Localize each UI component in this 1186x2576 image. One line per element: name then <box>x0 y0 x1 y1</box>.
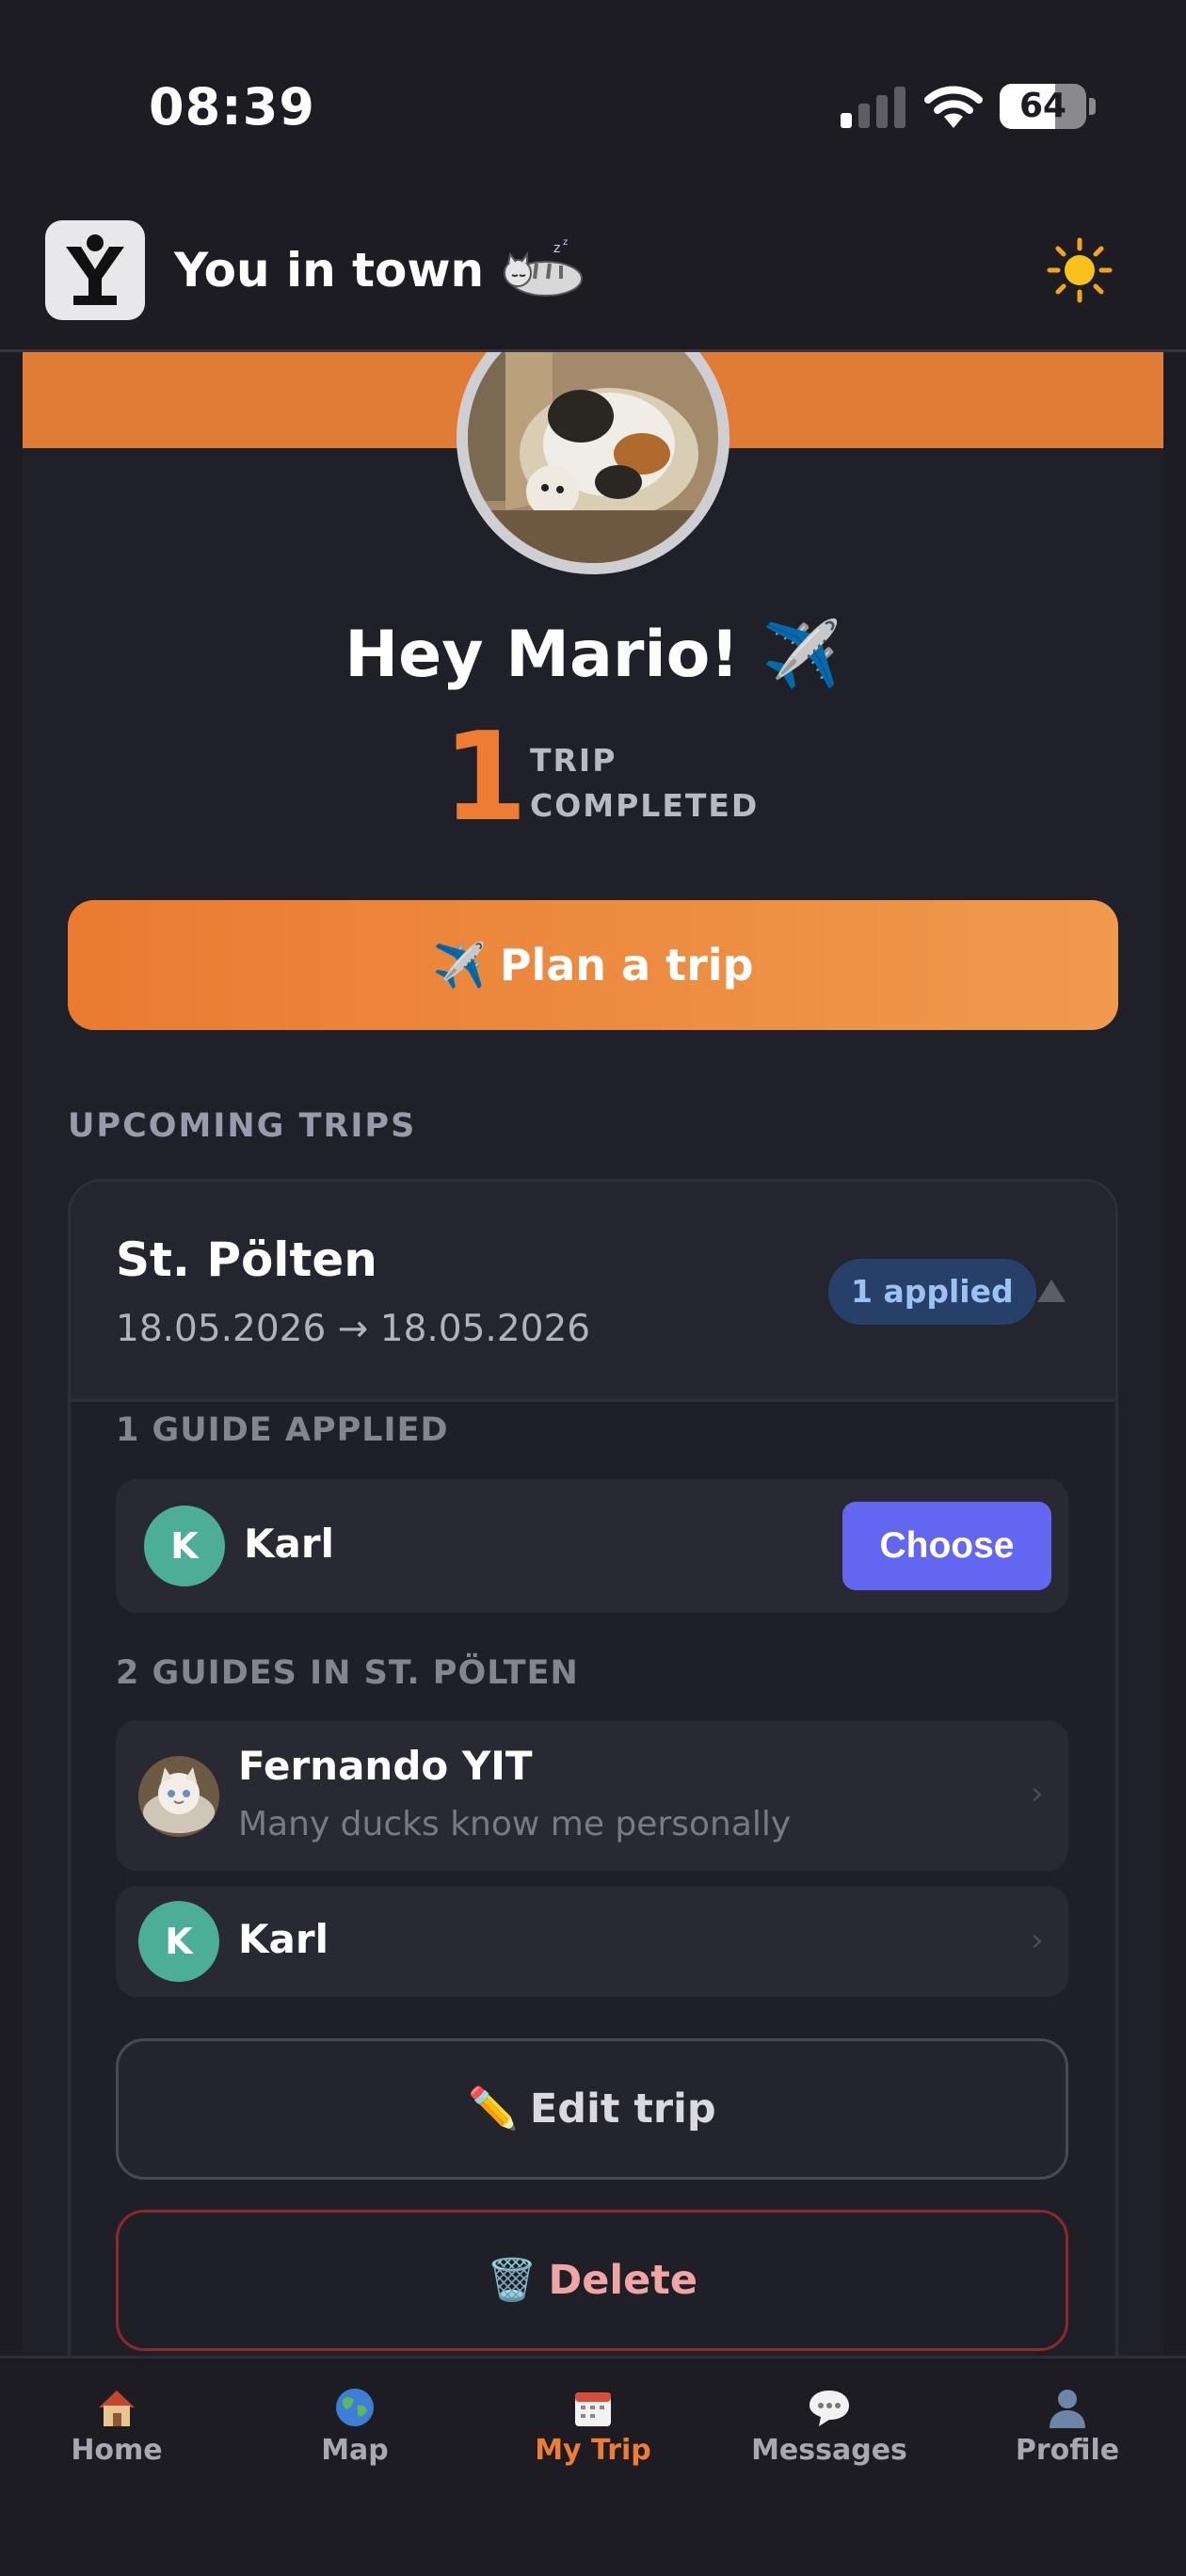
applied-guide-row: K Karl Choose <box>116 1479 1068 1613</box>
edit-trip-button[interactable]: ✏️ Edit trip <box>116 2038 1068 2180</box>
status-time: 08:39 <box>149 77 315 137</box>
upcoming-trips-title: UPCOMING TRIPS <box>68 1107 417 1145</box>
trips-completed-label: TRIP COMPLETED <box>530 742 760 824</box>
city-guide-row[interactable]: Fernando YIT Many ducks know me personal… <box>116 1720 1068 1871</box>
battery-tip <box>1089 98 1096 115</box>
calendar-icon <box>575 2392 611 2426</box>
trip-city: St. Pölten <box>116 1232 377 1287</box>
bottom-tab-bar: Home Map My Trip Messages Profile <box>0 2356 1186 2576</box>
chevron-right-icon: › <box>1031 1922 1044 1959</box>
svg-text:z: z <box>563 237 568 248</box>
edit-trip-label: Edit trip <box>529 2085 716 2133</box>
chevron-right-icon: › <box>1031 1775 1044 1812</box>
greeting-heading: Hey Mario! ✈️ <box>345 618 841 692</box>
city-guides-title: 2 GUIDES IN ST. PÖLTEN <box>116 1654 579 1692</box>
guide-avatar: K <box>144 1505 225 1586</box>
applied-count-badge: 1 applied <box>828 1259 1036 1325</box>
pencil-icon: ✏️ <box>468 2085 519 2133</box>
guide-avatar: K <box>138 1901 219 1982</box>
battery-percent: 64 <box>1018 87 1067 125</box>
trash-icon: 🗑️ <box>486 2257 537 2304</box>
person-icon <box>1050 2390 1085 2428</box>
speech-bubble-icon <box>809 2391 849 2426</box>
delete-trip-label: Delete <box>548 2257 698 2304</box>
app-header: You in town z z <box>0 207 1186 352</box>
wifi-icon <box>924 86 983 128</box>
guide-name: Fernando YIT <box>238 1743 533 1789</box>
trips-completed-count: 1 <box>442 705 528 848</box>
status-bar: 08:39 64 <box>0 0 1186 207</box>
house-icon <box>99 2391 135 2426</box>
svg-text:z: z <box>553 241 560 256</box>
collapse-triangle-icon[interactable] <box>1035 1278 1067 1304</box>
battery-icon: 64 <box>1000 84 1086 129</box>
delete-trip-button[interactable]: 🗑️ Delete <box>116 2210 1068 2351</box>
tab-profile[interactable]: Profile <box>973 2387 1162 2481</box>
screen: 08:39 64 You in town z z Hey Mario! ✈️ 1… <box>0 0 1186 2576</box>
airplane-icon: ✈️ <box>432 939 487 990</box>
trip-dates: 18.05.2026 → 18.05.2026 <box>116 1308 591 1350</box>
guide-tagline: Many ducks know me personally <box>238 1805 792 1843</box>
choose-guide-button[interactable]: Choose <box>842 1502 1051 1590</box>
theme-toggle-sun-icon[interactable] <box>1047 237 1113 303</box>
city-guide-row[interactable]: K Karl › <box>116 1886 1068 1997</box>
guide-name: Karl <box>238 1916 329 1962</box>
tab-home[interactable]: Home <box>23 2387 211 2481</box>
tab-map[interactable]: Map <box>261 2387 449 2481</box>
trip-card: St. Pölten 18.05.2026 → 18.05.2026 1 app… <box>68 1179 1118 2365</box>
tab-my-trip[interactable]: My Trip <box>499 2387 687 2481</box>
app-title: You in town <box>174 243 485 298</box>
logo-y-icon <box>66 234 124 305</box>
guide-name: Karl <box>244 1521 334 1567</box>
cellular-signal-icon <box>841 87 906 128</box>
sleeping-cat-icon: z z <box>504 237 583 297</box>
applied-guides-title: 1 GUIDE APPLIED <box>116 1411 449 1449</box>
plan-trip-label: Plan a trip <box>499 940 754 990</box>
guide-photo-avatar <box>138 1756 219 1837</box>
app-logo[interactable] <box>45 220 145 320</box>
plan-trip-button[interactable]: ✈️ Plan a trip <box>68 900 1118 1030</box>
globe-icon <box>336 2389 374 2426</box>
trip-card-header[interactable]: St. Pölten 18.05.2026 → 18.05.2026 1 app… <box>71 1182 1115 1402</box>
tab-messages[interactable]: Messages <box>735 2387 923 2481</box>
